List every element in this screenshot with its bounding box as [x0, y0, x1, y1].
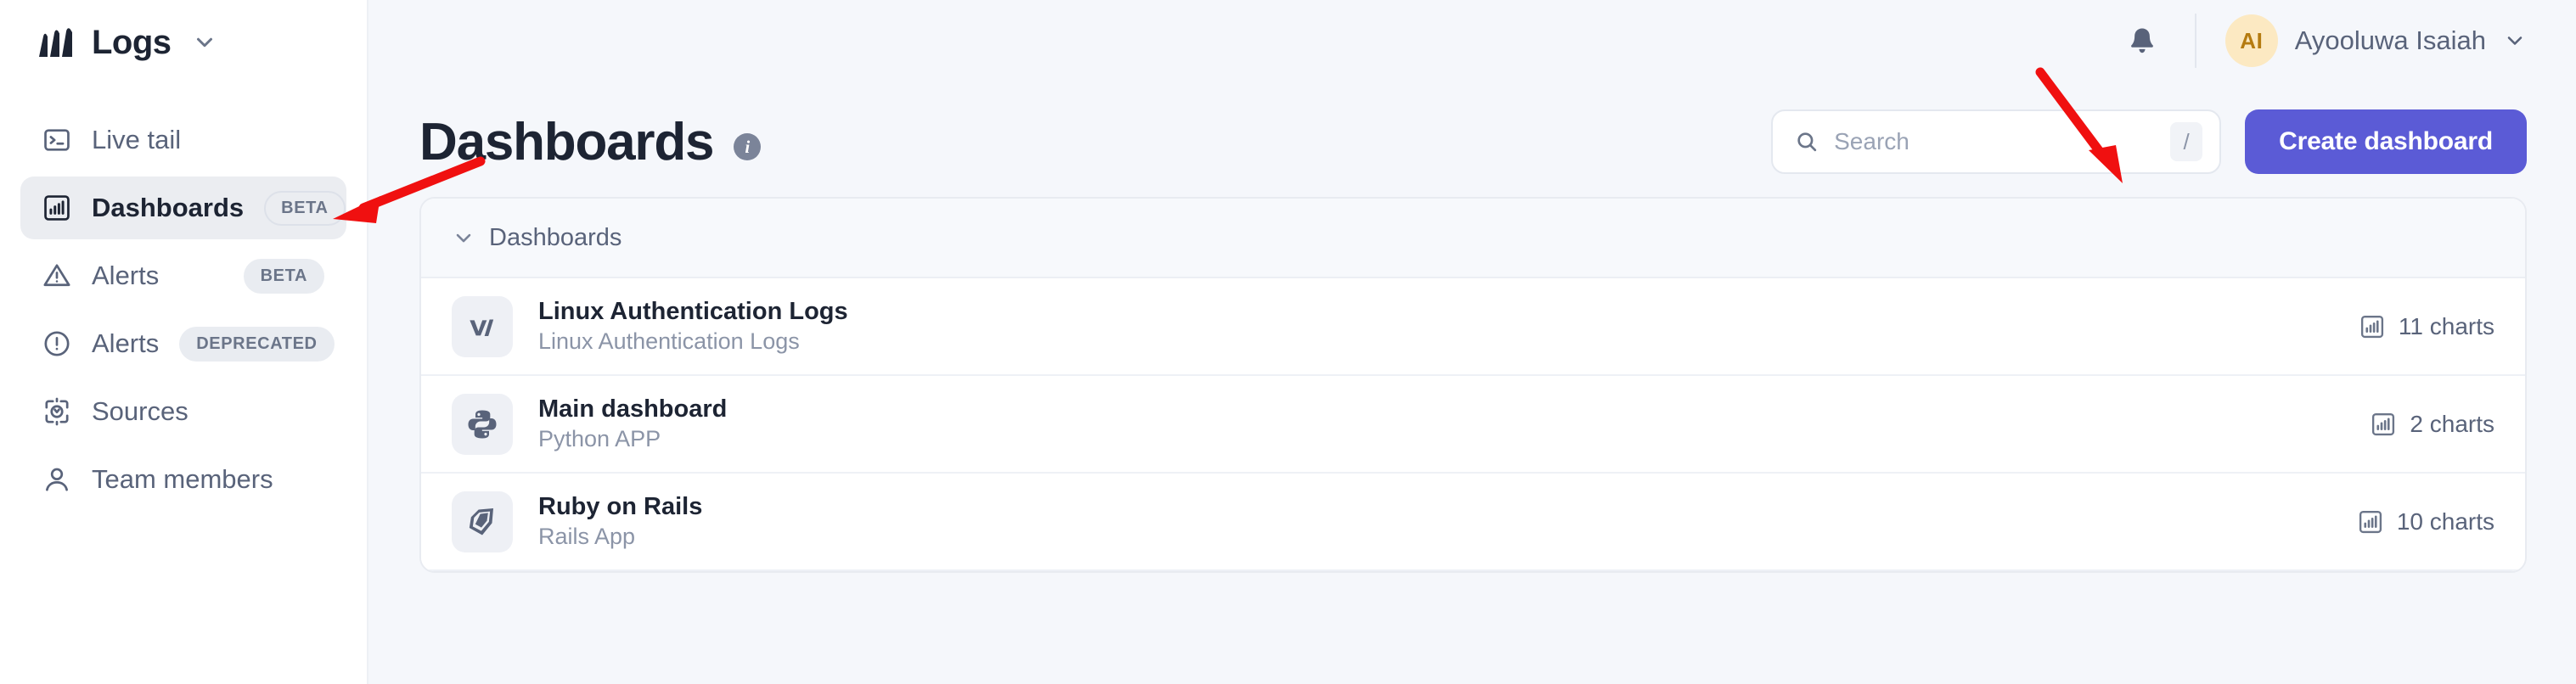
page-header-actions: / Create dashboard [1771, 109, 2527, 174]
sidebar-item-label: Alerts [92, 328, 160, 358]
sidebar-item-badge: BETA [243, 258, 324, 294]
bar-chart-icon [44, 195, 70, 221]
sidebar-item-label: Live tail [92, 125, 182, 154]
row-subtitle: Linux Authentication Logs [538, 328, 800, 354]
user-icon [46, 468, 68, 491]
user-menu-button[interactable]: AI Ayooluwa Isaiah [2224, 14, 2527, 67]
ruby-logo-icon [469, 507, 493, 535]
row-icon-container [452, 491, 513, 552]
bar-chart-icon [2372, 412, 2395, 435]
sidebar-item-label: Team members [92, 464, 273, 494]
sidebar-item-team-members[interactable]: Team members [20, 448, 346, 511]
sidebar-item-label: Dashboards [92, 193, 245, 222]
sources-icon [45, 397, 69, 426]
row-title: Ruby on Rails [538, 493, 703, 520]
brand-name: Logs [92, 23, 172, 61]
chevron-down-icon [2507, 36, 2523, 45]
row-text: Ruby on Rails Rails App [538, 493, 702, 550]
bar-chart-icon [2360, 315, 2383, 338]
sidebar-item-label: Sources [92, 396, 188, 426]
chevron-down-icon [196, 37, 212, 48]
sidebar-item-alerts-deprecated[interactable]: Alerts DEPRECATED [20, 312, 346, 375]
row-meta: 10 charts [2358, 508, 2494, 535]
alert-circle-icon [44, 331, 70, 356]
search-icon [1797, 132, 1817, 152]
info-icon[interactable]: i [734, 133, 762, 160]
row-charts-count: 10 charts [2396, 507, 2494, 535]
app-root: Logs Live tail Dashboards BETA Alerts BE… [0, 0, 2576, 684]
table-row[interactable]: Linux Authentication Logs Linux Authenti… [421, 278, 2525, 376]
dashboards-group-header[interactable]: Dashboards [421, 199, 2525, 278]
brand-logo-button[interactable]: Logs [20, 0, 346, 85]
sidebar-nav: Live tail Dashboards BETA Alerts BETA Al… [20, 109, 346, 511]
page-title: Dashboards [419, 112, 715, 171]
bar-chart-icon [2359, 510, 2382, 533]
row-subtitle: Python APP [538, 426, 661, 451]
main-content: AI Ayooluwa Isaiah Dashboards i / [368, 0, 2576, 684]
search-shortcut-badge: / [2170, 122, 2203, 161]
search-box[interactable]: / [1771, 109, 2222, 174]
sidebar-item-badge: BETA [264, 190, 346, 226]
row-icon-container [452, 295, 513, 357]
row-charts-count: 11 charts [2398, 312, 2494, 339]
search-input[interactable] [1834, 128, 2156, 155]
notifications-button[interactable] [2118, 17, 2166, 64]
chevron-down-icon [456, 233, 471, 243]
sidebar-item-label: Alerts [92, 261, 160, 290]
row-meta: 11 charts [2359, 313, 2494, 340]
table-row[interactable]: Main dashboard Python APP 2 charts [421, 376, 2525, 474]
dashboards-card: Dashboards Linux Authentication Logs Lin… [419, 197, 2527, 573]
avatar: AI [2224, 14, 2278, 67]
terminal-icon [44, 129, 70, 151]
sidebar-item-dashboards[interactable]: Dashboards BETA [20, 177, 346, 239]
page-header: Dashboards i / Create dashboard [368, 81, 2576, 183]
vector-logo-icon [470, 319, 494, 336]
sidebar-item-alerts-beta[interactable]: Alerts BETA [20, 244, 346, 307]
row-text: Linux Authentication Logs Linux Authenti… [538, 298, 848, 355]
user-name: Ayooluwa Isaiah [2294, 25, 2486, 55]
python-logo-icon [468, 410, 497, 438]
row-icon-container [452, 393, 513, 455]
group-title: Dashboards [489, 223, 622, 251]
row-subtitle: Rails App [538, 524, 636, 549]
row-text: Main dashboard Python APP [538, 395, 727, 452]
create-dashboard-button[interactable]: Create dashboard [2245, 109, 2527, 174]
row-title: Main dashboard [538, 395, 728, 423]
warning-triangle-icon [43, 264, 70, 287]
topbar-divider [2194, 14, 2196, 68]
bell-icon [2130, 28, 2153, 53]
table-row[interactable]: Ruby on Rails Rails App 10 charts [421, 474, 2525, 571]
sidebar-item-sources[interactable]: Sources [20, 380, 346, 443]
row-charts-count: 2 charts [2410, 410, 2494, 437]
row-meta: 2 charts [2371, 411, 2494, 438]
better-stack-logo-icon [39, 28, 72, 57]
sidebar-item-badge: DEPRECATED [179, 326, 335, 362]
sidebar-item-live-tail[interactable]: Live tail [20, 109, 346, 171]
sidebar: Logs Live tail Dashboards BETA Alerts BE… [0, 0, 368, 684]
topbar: AI Ayooluwa Isaiah [368, 0, 2576, 81]
row-title: Linux Authentication Logs [538, 298, 848, 325]
